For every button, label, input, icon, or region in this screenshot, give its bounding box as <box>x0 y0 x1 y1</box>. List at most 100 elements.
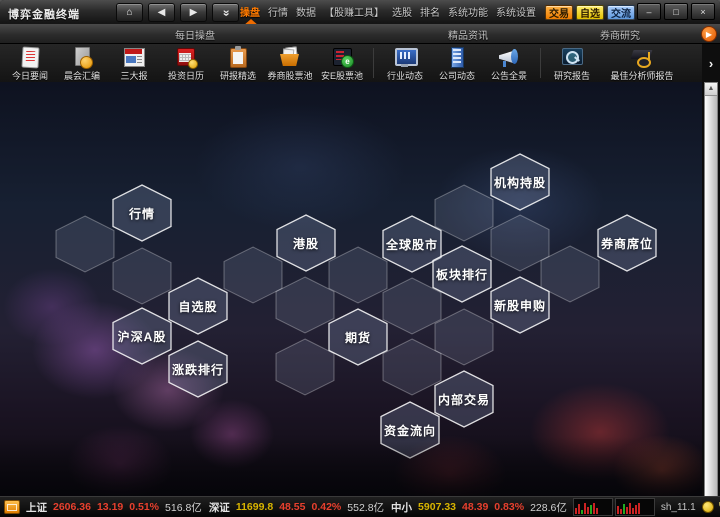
hex-tile-0[interactable]: 行情 <box>111 184 173 242</box>
hex-tile-label: 券商席位 <box>596 214 658 272</box>
hex-tile-label: 沪深A股 <box>111 307 173 365</box>
index-pct: 0.51% <box>129 501 159 513</box>
building-icon <box>445 46 469 68</box>
toolbar-item-3[interactable]: 投资日历 <box>160 44 212 82</box>
section-next-arrow-icon[interactable]: ▶ <box>701 26 717 42</box>
trade-button[interactable]: 交易 <box>545 5 573 20</box>
hex-tile-label: 涨跌排行 <box>167 340 229 398</box>
toolbar-item-8[interactable]: 公司动态 <box>431 44 483 82</box>
index-quote-2: 中小5907.3348.390.83%228.6亿 <box>391 500 567 515</box>
vertical-scrollbar[interactable]: ▲ <box>704 82 718 497</box>
toolbar-item-label: 安E股票池 <box>321 69 363 82</box>
maximize-button[interactable]: □ <box>664 3 688 20</box>
hex-launcher-grid: 行情自选股沪深A股涨跌排行港股期货全球股市板块排行机构持股新股申购券商席位内部交… <box>0 82 720 497</box>
toolbar-expand-icon[interactable]: › <box>702 44 720 82</box>
menu-item-3[interactable]: 【股赚工具】 <box>324 4 384 19</box>
main-menu: 操盘行情数据【股赚工具】选股排名系统功能系统设置 <box>240 0 536 23</box>
nav-buttons: ⌂ ◀ ▶ « <box>116 3 239 22</box>
cap-icon <box>630 46 654 68</box>
newspaper-icon <box>122 46 146 68</box>
index-quote-0: 上证2606.3613.190.51%516.8亿 <box>26 500 202 515</box>
session-label: sh_11.1 <box>661 502 696 513</box>
index-amount: 516.8亿 <box>165 500 202 515</box>
index-change: 48.39 <box>462 501 488 513</box>
megaphone-icon <box>497 46 521 68</box>
hex-tile-label: 行情 <box>111 184 173 242</box>
toolbar-item-label: 最佳分析师报告 <box>610 69 673 82</box>
hex-tile-7[interactable]: 板块排行 <box>431 245 493 303</box>
morning-icon <box>70 46 94 68</box>
watchlist-button[interactable]: 自选 <box>576 5 604 20</box>
toolbar-item-7[interactable]: 行业动态 <box>379 44 431 82</box>
app-title: 博弈金融终端 <box>8 6 80 22</box>
hex-tile-11[interactable]: 内部交易 <box>433 370 495 428</box>
collapse-icon[interactable]: « <box>212 3 239 22</box>
window-controls: – □ × <box>637 3 715 20</box>
toolbar-separator <box>373 48 374 78</box>
menu-item-7[interactable]: 系统设置 <box>496 4 536 19</box>
minimize-button[interactable]: – <box>637 3 661 20</box>
index-change: 48.55 <box>279 501 305 513</box>
toolbar-item-6[interactable]: e安E股票池 <box>316 44 368 82</box>
hex-tile-label: 新股申购 <box>489 276 551 334</box>
index-pct: 0.42% <box>311 501 341 513</box>
status-bar: 上证2606.3613.190.51%516.8亿深证11699.848.550… <box>0 496 720 517</box>
index-name: 深证 <box>209 500 230 515</box>
magnifier-icon <box>560 46 584 68</box>
hex-tile-1[interactable]: 自选股 <box>167 277 229 335</box>
titlebar: 博弈金融终端 ⌂ ◀ ▶ « 操盘行情数据【股赚工具】选股排名系统功能系统设置 交易 … <box>0 0 720 25</box>
menu-item-1[interactable]: 行情 <box>268 4 288 19</box>
close-button[interactable]: × <box>691 3 715 20</box>
hex-tile-9[interactable]: 新股申购 <box>489 276 551 334</box>
monitor-icon <box>393 46 417 68</box>
home-icon[interactable]: ⌂ <box>116 3 143 22</box>
menu-item-0[interactable]: 操盘 <box>240 4 260 19</box>
toolbar-item-label: 三大报 <box>120 69 147 82</box>
menu-item-4[interactable]: 选股 <box>392 4 412 19</box>
message-icon[interactable] <box>4 500 20 514</box>
toolbar-item-label: 研报精选 <box>220 69 256 82</box>
toolbar-item-4[interactable]: 研报精选 <box>212 44 264 82</box>
menu-item-5[interactable]: 排名 <box>420 4 440 19</box>
toolbar-item-0[interactable]: 今日要闻 <box>4 44 56 82</box>
hex-tile-2[interactable]: 沪深A股 <box>111 307 173 365</box>
scroll-up-icon[interactable]: ▲ <box>705 83 717 96</box>
index-amount: 228.6亿 <box>530 500 567 515</box>
hex-ghost-0 <box>54 215 116 273</box>
hex-tile-4[interactable]: 港股 <box>275 214 337 272</box>
back-icon[interactable]: ◀ <box>148 3 175 22</box>
hex-tile-label: 港股 <box>275 214 337 272</box>
hex-tile-5[interactable]: 期货 <box>327 308 389 366</box>
toolbar-item-2[interactable]: 三大报 <box>108 44 160 82</box>
chat-button[interactable]: 交流 <box>607 5 635 20</box>
toolbar-item-1[interactable]: 晨会汇编 <box>56 44 108 82</box>
toolbar-item-9[interactable]: 公告全景 <box>483 44 535 82</box>
toolbar-item-label: 行业动态 <box>387 69 423 82</box>
hex-tile-12[interactable]: 资金流向 <box>379 401 441 459</box>
section-bar: 每日操盘 精品资讯 券商研究 ▶ <box>0 24 720 44</box>
hex-tile-3[interactable]: 涨跌排行 <box>167 340 229 398</box>
right-strip: ▲ <box>702 82 720 497</box>
hex-tile-10[interactable]: 券商席位 <box>596 214 658 272</box>
toolbar-separator <box>540 48 541 78</box>
hex-tile-8[interactable]: 机构持股 <box>489 153 551 211</box>
toolbar: 今日要闻晨会汇编三大报 投资日历 研报精选券商股票池e安E股票池行业动态公司动态公告… <box>0 44 702 83</box>
toolbar-item-label: 投资日历 <box>168 69 204 82</box>
mini-chart-1 <box>615 498 655 516</box>
basket-icon <box>278 46 302 68</box>
toolbar-item-10[interactable]: 研究报告 <box>546 44 598 82</box>
hex-tile-label: 资金流向 <box>379 401 441 459</box>
menu-item-2[interactable]: 数据 <box>296 4 316 19</box>
main-content-background: 行情自选股沪深A股涨跌排行港股期货全球股市板块排行机构持股新股申购券商席位内部交… <box>0 82 720 497</box>
notification-dot-icon[interactable] <box>702 501 714 513</box>
quick-buttons: 交易 自选 交流 <box>545 5 635 20</box>
news-doc-icon <box>18 46 42 68</box>
toolbar-item-5[interactable]: 券商股票池 <box>264 44 316 82</box>
index-name: 上证 <box>26 500 47 515</box>
toolbar-item-11[interactable]: 最佳分析师报告 <box>598 44 686 82</box>
hex-ghost-9 <box>433 308 495 366</box>
menu-item-6[interactable]: 系统功能 <box>448 4 488 19</box>
forward-icon[interactable]: ▶ <box>180 3 207 22</box>
section-premium-news: 精品资讯 <box>423 27 513 42</box>
toolbar-item-label: 今日要闻 <box>12 69 48 82</box>
